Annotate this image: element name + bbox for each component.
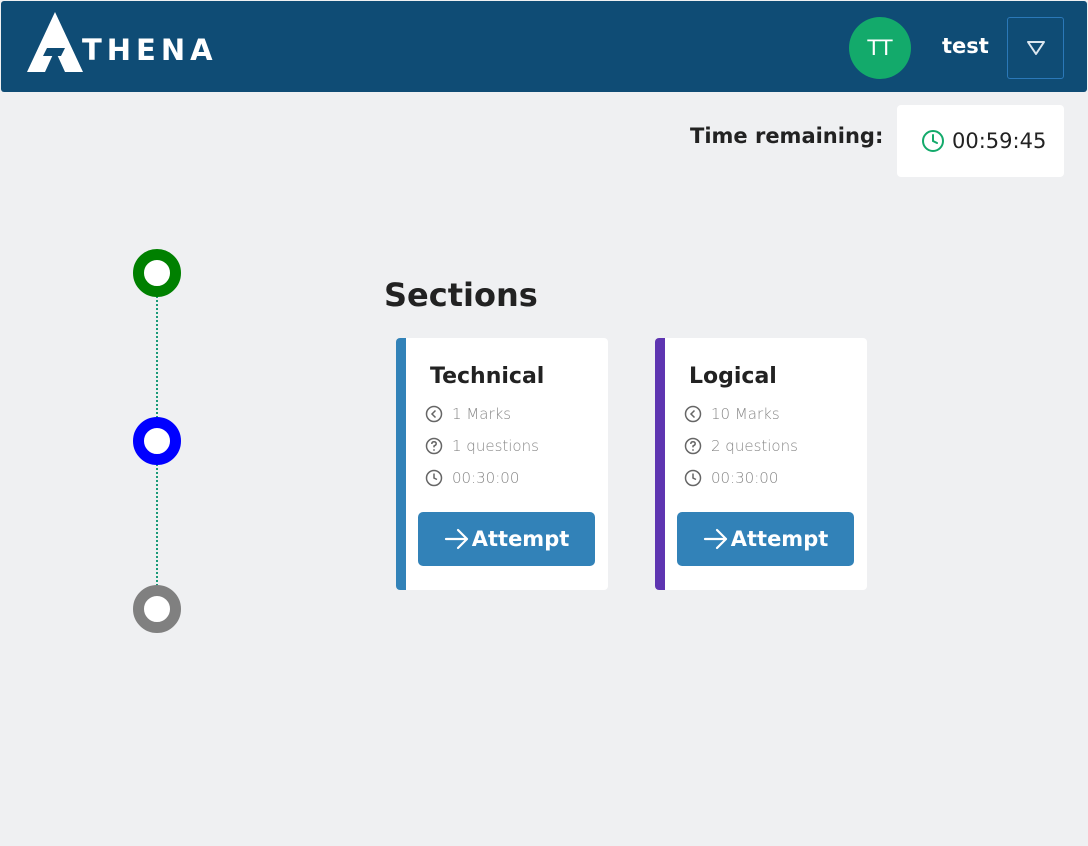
duration-text: 00:30:00 xyxy=(452,469,520,487)
question-circle-icon xyxy=(425,437,443,455)
arrow-right-icon xyxy=(703,528,727,550)
attempt-button[interactable]: Attempt xyxy=(418,512,595,566)
questions-text: 1 questions xyxy=(452,437,539,455)
section-card-logical: Logical 10 Marks 2 questions 00:30:00 At… xyxy=(655,338,867,590)
attempt-button-label: Attempt xyxy=(730,527,829,551)
step-connector xyxy=(156,464,158,586)
marks-text: 10 Marks xyxy=(711,405,780,423)
arrow-right-icon xyxy=(444,528,468,550)
avatar-initials: TT xyxy=(867,36,893,60)
section-card-technical: Technical 1 Marks 1 questions 00:30:00 A… xyxy=(396,338,608,590)
section-progress-stepper xyxy=(132,248,182,638)
card-accent-bar xyxy=(655,338,665,590)
top-navbar: THENA TT test xyxy=(1,1,1087,92)
clock-icon xyxy=(922,130,944,152)
step-1-completed[interactable] xyxy=(133,249,181,297)
logo-text: THENA xyxy=(82,33,218,67)
questions-row: 1 questions xyxy=(425,437,539,455)
step-connector xyxy=(156,296,158,418)
step-3-pending[interactable] xyxy=(133,585,181,633)
marks-row: 10 Marks xyxy=(684,405,780,423)
card-accent-bar xyxy=(396,338,406,590)
duration-text: 00:30:00 xyxy=(711,469,779,487)
step-2-current[interactable] xyxy=(133,417,181,465)
time-remaining-label: Time remaining: xyxy=(690,124,884,148)
questions-text: 2 questions xyxy=(711,437,798,455)
sections-heading: Sections xyxy=(384,276,538,314)
marks-row: 1 Marks xyxy=(425,405,511,423)
question-circle-icon xyxy=(684,437,702,455)
chevron-left-circle-icon xyxy=(425,405,443,423)
athena-logo[interactable]: THENA xyxy=(25,10,235,74)
user-menu-dropdown-button[interactable] xyxy=(1007,17,1064,79)
timer-box: 00:59:45 xyxy=(897,105,1064,177)
clock-icon xyxy=(425,469,443,487)
triangle-down-icon xyxy=(1026,41,1045,55)
time-remaining-value: 00:59:45 xyxy=(952,129,1047,153)
clock-icon xyxy=(684,469,702,487)
marks-text: 1 Marks xyxy=(452,405,512,423)
duration-row: 00:30:00 xyxy=(425,469,519,487)
avatar[interactable]: TT xyxy=(849,17,911,79)
section-name: Technical xyxy=(430,364,545,389)
username: test xyxy=(942,34,989,58)
attempt-button[interactable]: Attempt xyxy=(677,512,854,566)
duration-row: 00:30:00 xyxy=(684,469,778,487)
questions-row: 2 questions xyxy=(684,437,798,455)
chevron-left-circle-icon xyxy=(684,405,702,423)
athena-a-icon xyxy=(27,12,83,72)
attempt-button-label: Attempt xyxy=(471,527,570,551)
section-name: Logical xyxy=(689,364,777,389)
